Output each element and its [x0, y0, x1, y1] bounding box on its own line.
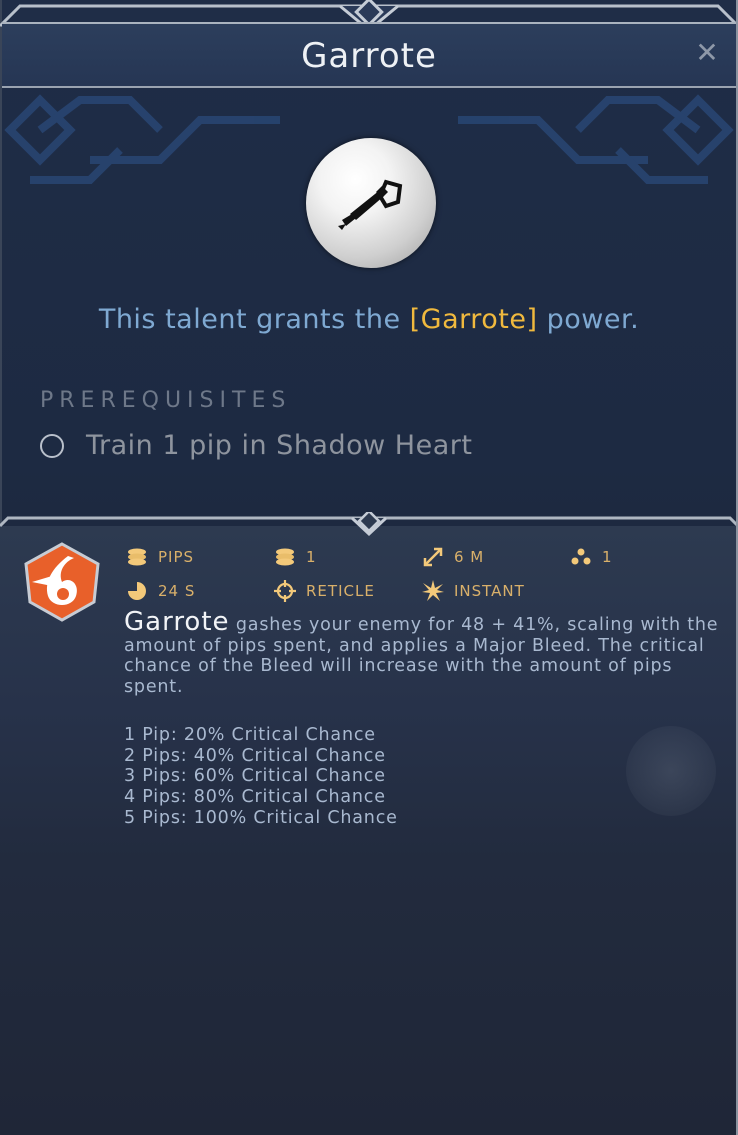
stat-label: 6 M	[454, 548, 485, 566]
stat-label: INSTANT	[454, 582, 525, 600]
talent-tooltip-window: Garrote ✕ This talent grants the [Garrot…	[0, 0, 738, 1135]
prerequisite-item: Train 1 pip in Shadow Heart	[40, 430, 472, 461]
cooldown-icon	[126, 580, 148, 602]
stat-targeting: RETICLE	[274, 580, 375, 602]
stat-cooldown: 24 S	[126, 580, 195, 602]
burst-icon	[422, 580, 444, 602]
coins-icon	[126, 546, 148, 568]
pip-line: 4 Pips: 80% Critical Chance	[124, 787, 386, 808]
section-divider	[0, 512, 738, 537]
stat-label: RETICLE	[306, 582, 375, 600]
targets-icon	[570, 546, 592, 568]
stat-range: 6 M	[422, 546, 484, 568]
pip-scaling-list: 1 Pip: 20% Critical Chance 2 Pips: 40% C…	[124, 725, 398, 829]
grant-suffix: power.	[537, 304, 640, 335]
talent-grant-text: This talent grants the [Garrote] power.	[0, 304, 738, 335]
reticle-icon	[274, 580, 296, 602]
pip-line: 1 Pip: 20% Critical Chance	[124, 725, 376, 745]
grant-prefix: This talent grants the	[98, 304, 410, 335]
ability-stats: PIPS 1 6 M 1 24 S RETICLE INSTANT	[126, 546, 726, 606]
window-header: Garrote ✕	[2, 22, 736, 88]
power-link[interactable]: [Garrote]	[410, 304, 538, 335]
dagger-icon	[338, 179, 403, 230]
stat-cost: 1	[274, 546, 317, 568]
range-arrow-icon	[422, 546, 444, 568]
stat-cast-type: INSTANT	[422, 580, 525, 602]
pip-line: 5 Pips: 100% Critical Chance	[124, 807, 398, 828]
stat-label: 1	[306, 548, 317, 566]
ability-description: Garrote gashes your enemy for 48 + 41%, …	[124, 609, 730, 698]
stat-targets: 1	[570, 546, 613, 568]
faded-orb	[626, 726, 716, 816]
unchecked-radio-icon	[40, 433, 64, 458]
talent-icon-orb	[306, 138, 436, 268]
stat-cost-type: PIPS	[126, 546, 194, 568]
stat-label: PIPS	[158, 548, 195, 566]
prerequisites-heading: PREREQUISITES	[40, 388, 292, 413]
stat-label: 24 S	[158, 582, 196, 600]
close-icon[interactable]: ✕	[694, 39, 720, 67]
pip-line: 2 Pips: 40% Critical Chance	[124, 745, 386, 766]
window-title: Garrote	[301, 36, 437, 76]
ability-name: Garrote	[124, 607, 230, 637]
coin-stack-icon	[274, 546, 296, 568]
pip-line: 3 Pips: 60% Critical Chance	[124, 766, 386, 787]
bleed-icon	[24, 542, 100, 622]
stat-label: 1	[602, 548, 613, 566]
prerequisite-text: Train 1 pip in Shadow Heart	[86, 430, 473, 461]
